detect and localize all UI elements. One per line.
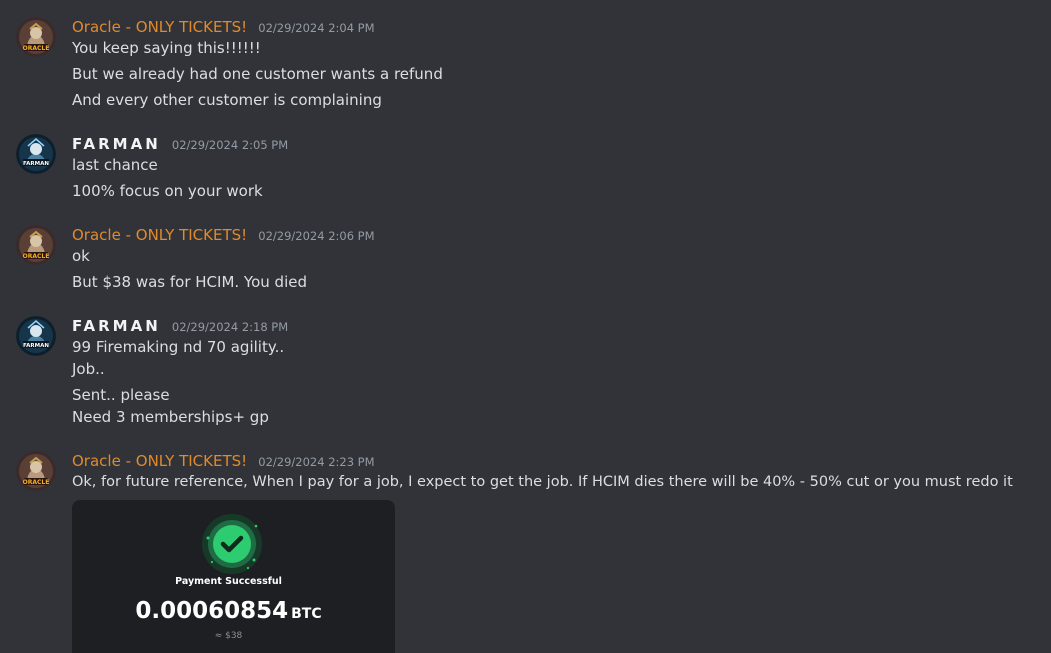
svg-text:ORACLE: ORACLE [23,479,50,486]
payment-amount-value: 0.00060854 [135,598,289,624]
avatar-oracle[interactable]: ORACLE [16,17,56,57]
timestamp[interactable]: 02/29/2024 2:05 PM [172,138,288,152]
avatar-oracle[interactable]: ORACLE [16,451,56,491]
message-text: Sent.. please [72,386,170,404]
message-header: Oracle - ONLY TICKETS! 02/29/2024 2:23 P… [72,451,375,473]
message-text: Need 3 memberships+ gp [72,408,269,426]
oracle-avatar-icon: ORACLE [16,225,56,265]
message-text: But $38 was for HCIM. You died [72,273,307,291]
username[interactable]: FARMAN [72,317,161,335]
message-text: And every other customer is complaining [72,91,382,109]
timestamp[interactable]: 02/29/2024 2:06 PM [258,229,374,243]
message-text: You keep saying this!!!!!! [72,39,261,57]
check-success-icon [202,514,262,574]
payment-amount: 0.00060854 BTC [72,598,385,624]
message-header: FARMAN 02/29/2024 2:18 PM [72,316,288,338]
farman-avatar-icon: FARMAN [16,316,56,356]
avatar-oracle[interactable]: ORACLE [16,225,56,265]
svg-text:FARMAN: FARMAN [23,161,49,167]
message-text: But we already had one customer wants a … [72,65,443,83]
avatar-farman[interactable]: FARMAN [16,316,56,356]
username[interactable]: FARMAN [72,135,161,153]
oracle-avatar-icon: ORACLE [16,451,56,491]
svg-text:ORACLE: ORACLE [23,253,50,260]
payment-currency: BTC [291,606,322,622]
message-text: ok [72,247,90,265]
username[interactable]: Oracle - ONLY TICKETS! [72,226,247,244]
message-header: FARMAN 02/29/2024 2:05 PM [72,134,288,156]
message-text: 100% focus on your work [72,182,263,200]
svg-text:FARMAN: FARMAN [23,343,49,349]
oracle-avatar-icon: ORACLE [16,17,56,57]
message-text: Ok, for future reference, When I pay for… [72,474,1013,490]
message-text: 99 Firemaking nd 70 agility.. [72,338,285,356]
username[interactable]: Oracle - ONLY TICKETS! [72,18,247,36]
message-header: Oracle - ONLY TICKETS! 02/29/2024 2:04 P… [72,17,375,39]
message-text: last chance [72,156,158,174]
payment-usd-equivalent: ≈ $38 [214,631,243,641]
timestamp[interactable]: 02/29/2024 2:23 PM [258,455,374,469]
chat-message-list: ORACLE Oracle - ONLY TICKETS! 02/29/2024… [0,0,1051,653]
timestamp[interactable]: 02/29/2024 2:04 PM [258,21,374,35]
username[interactable]: Oracle - ONLY TICKETS! [72,452,247,470]
timestamp[interactable]: 02/29/2024 2:18 PM [172,320,288,334]
payment-status: Payment Successful [175,576,282,587]
message-header: Oracle - ONLY TICKETS! 02/29/2024 2:06 P… [72,225,375,247]
image-attachment[interactable]: Payment Successful 0.00060854 BTC ≈ $38 [72,500,395,653]
message-text: Job.. [72,360,105,378]
avatar-farman[interactable]: FARMAN [16,134,56,174]
svg-text:ORACLE: ORACLE [23,45,50,52]
farman-avatar-icon: FARMAN [16,134,56,174]
